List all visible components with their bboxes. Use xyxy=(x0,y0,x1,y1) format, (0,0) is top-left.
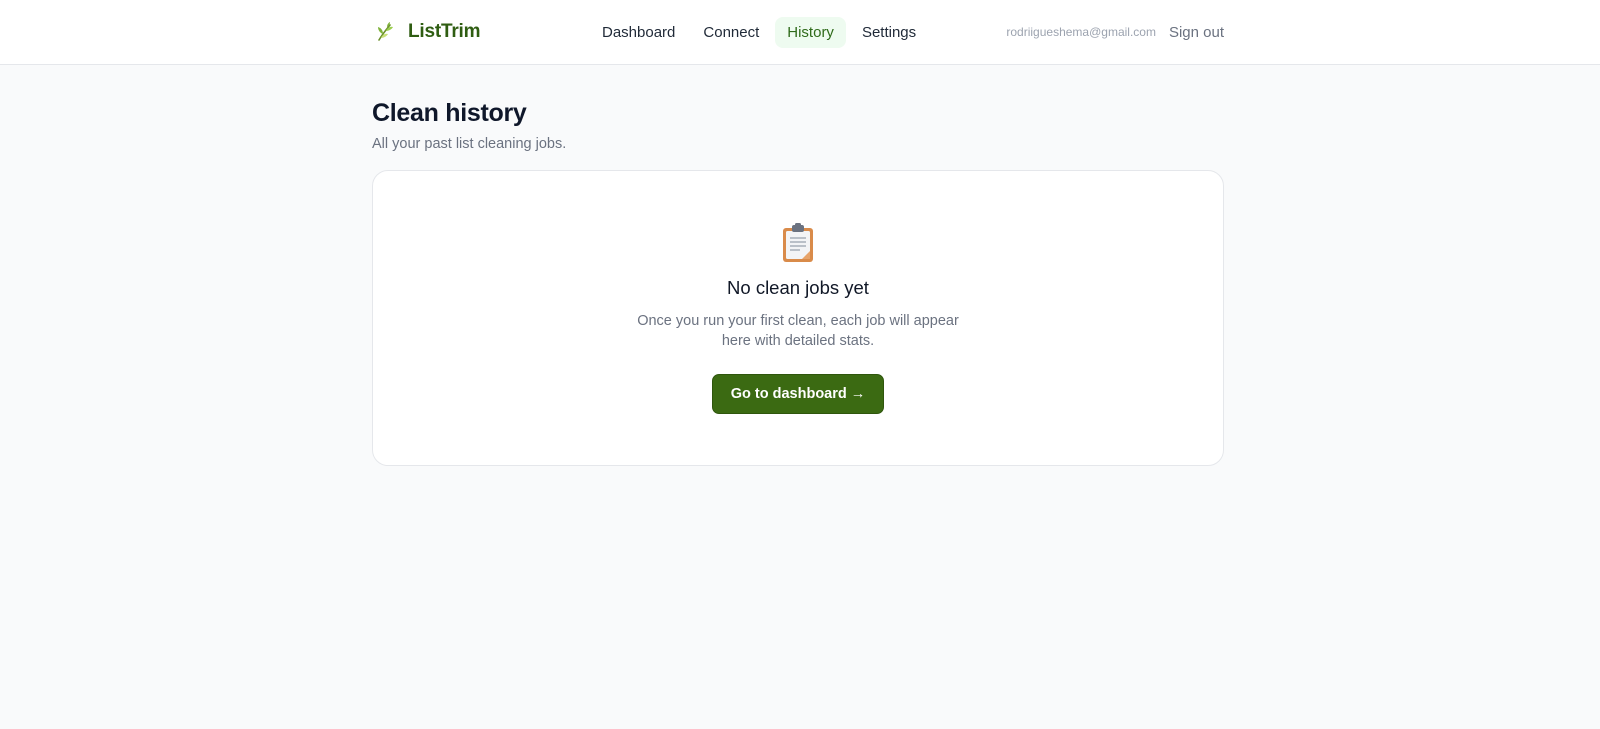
nav-item-settings[interactable]: Settings xyxy=(850,17,928,48)
clipboard-icon xyxy=(780,223,816,263)
go-to-dashboard-button[interactable]: Go to dashboard → xyxy=(711,374,885,414)
main-nav: Dashboard Connect History Settings xyxy=(590,16,928,48)
brand-name: ListTrim xyxy=(408,21,481,42)
main-content: Clean history All your past list cleanin… xyxy=(372,65,1224,466)
nav-item-connect[interactable]: Connect xyxy=(691,17,771,48)
leaf-sprout-icon xyxy=(372,19,398,45)
empty-state-title: No clean jobs yet xyxy=(727,277,869,298)
empty-state-card: No clean jobs yet Once you run your firs… xyxy=(372,170,1224,466)
top-navbar: ListTrim Dashboard Connect History Setti… xyxy=(0,0,1600,65)
navbar-inner: ListTrim Dashboard Connect History Setti… xyxy=(372,0,1224,64)
page-title: Clean history xyxy=(372,99,527,127)
sign-out-link[interactable]: Sign out xyxy=(1169,24,1224,41)
nav-item-dashboard[interactable]: Dashboard xyxy=(590,17,687,48)
nav-item-history[interactable]: History xyxy=(775,16,846,48)
page-subtitle: All your past list cleaning jobs. xyxy=(372,136,567,152)
brand[interactable]: ListTrim xyxy=(372,19,590,45)
user-email: rodriigueshema@gmail.com xyxy=(1006,25,1156,39)
empty-state-description: Once you run your first clean, each job … xyxy=(637,313,959,349)
